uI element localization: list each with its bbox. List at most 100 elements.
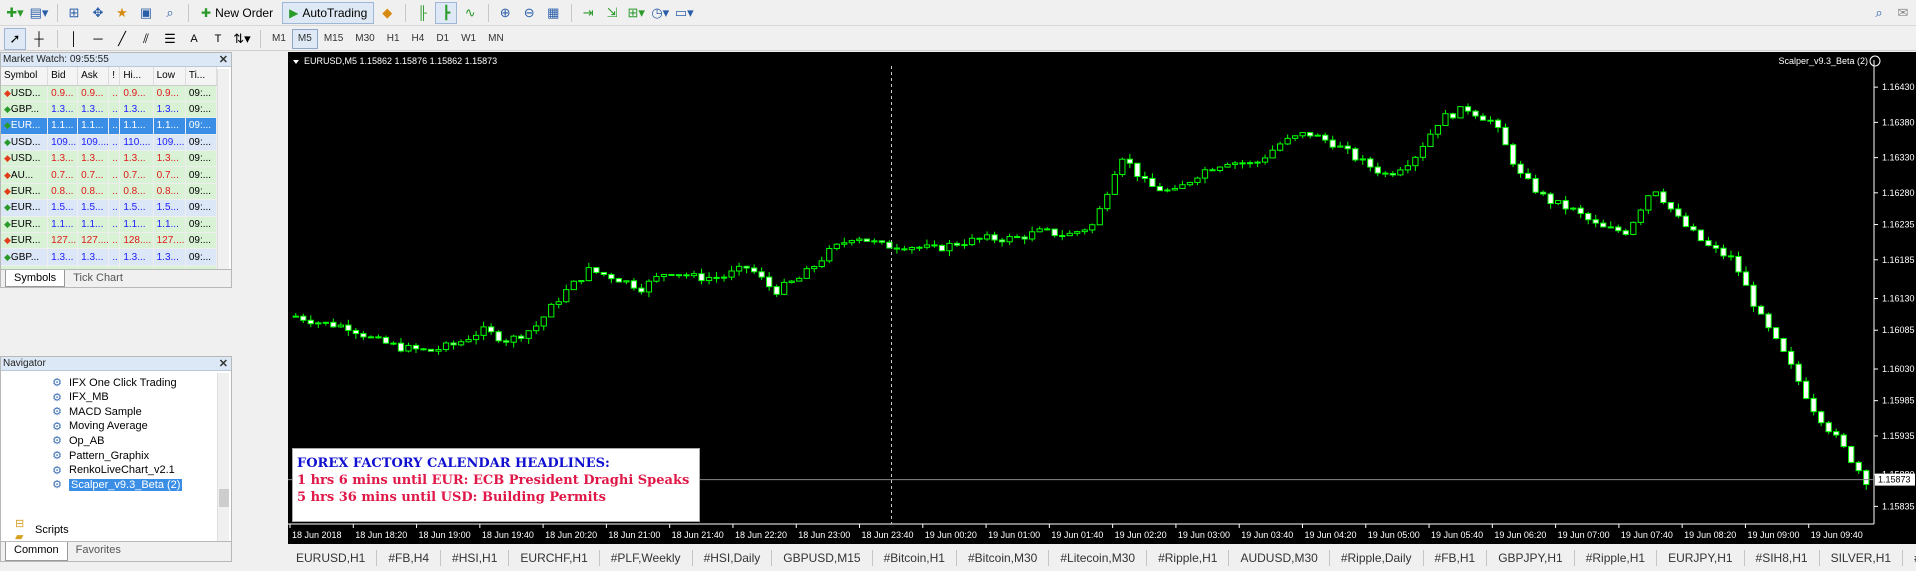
text-icon[interactable]: A	[183, 28, 205, 50]
timeframe-m30[interactable]: M30	[349, 29, 380, 49]
timeframe-m1[interactable]: M1	[266, 29, 292, 49]
chat-icon[interactable]: ✉	[1892, 2, 1914, 24]
tab-favorites[interactable]: Favorites	[68, 542, 129, 561]
search-icon[interactable]: ⌕	[1868, 2, 1890, 24]
chart-window-tab[interactable]: EURJPY,H1	[1657, 550, 1745, 566]
market-watch-scrollbar[interactable]	[217, 69, 229, 269]
terminal-icon[interactable]: ▣	[135, 2, 157, 24]
chart-window-tab[interactable]: #Litecoin,M30	[1049, 550, 1148, 566]
fibonacci-icon[interactable]: ☰	[159, 28, 181, 50]
chart-window-tab[interactable]: #Litecoi	[1903, 550, 1916, 566]
strategy-tester-icon[interactable]: ⌕	[159, 2, 181, 24]
market-watch-row[interactable]: ◆EUR... 0.8... 0.8..... 0.8... 0.8... 09:...	[1, 183, 218, 201]
high-cell: 0.9...	[119, 85, 154, 102]
chart-window-tab[interactable]: SILVER,H1	[1820, 550, 1904, 566]
text-label-icon[interactable]: T	[207, 28, 229, 50]
line-chart-icon[interactable]: ∿	[459, 2, 481, 24]
horizontal-line-icon[interactable]: ─	[87, 28, 109, 50]
market-watch-row[interactable]: ◆USD... 1.3... 1.3..... 1.3... 1.3... 09:...	[1, 150, 218, 168]
close-icon[interactable]: ✕	[219, 357, 228, 371]
chart-window-tab[interactable]: #FB,H1	[1424, 550, 1488, 566]
data-window-icon[interactable]: ✥	[87, 2, 109, 24]
profiles-icon[interactable]: ▤▾	[28, 2, 50, 24]
timeframe-m5[interactable]: M5	[291, 28, 318, 49]
templates-icon[interactable]: ▭▾	[673, 2, 695, 24]
navigator-icon[interactable]: ★	[111, 2, 133, 24]
new-order-button[interactable]: ✚ New Order	[194, 2, 280, 24]
arrows-icon[interactable]: ⇅▾	[231, 28, 253, 50]
tile-windows-icon[interactable]: ▦	[542, 2, 564, 24]
timeframe-m15[interactable]: M15	[318, 29, 349, 49]
indicators-icon[interactable]: ⊞▾	[625, 2, 647, 24]
candlestick-icon[interactable]: ┣	[435, 1, 458, 24]
bar-chart-icon[interactable]: ╟	[411, 2, 433, 24]
chart-window-tab[interactable]: #FB,H4	[377, 550, 442, 566]
price-chart[interactable]: 1.16430 1.16380 1.16330 1.16280 1.16235 1.161…	[288, 52, 1916, 544]
market-watch-row[interactable]: ◆EUR... 1.1... 1.1..... 1.1... 1.1... 09:...	[1, 216, 218, 234]
chart-window-tab[interactable]: AUDUSD,M30	[1229, 550, 1330, 566]
chart-window-tab[interactable]: #SIH8,H1	[1745, 550, 1820, 566]
market-watch-row[interactable]: ◆USD... 109.... 109...... 110.... 109.... 09:…	[1, 134, 218, 152]
tab-common[interactable]: Common	[5, 542, 68, 561]
chart-window-tab[interactable]: EURUSD,H1	[285, 550, 378, 566]
autoscroll-icon[interactable]: ⇲	[601, 2, 623, 24]
trendline-icon[interactable]: ╱	[111, 28, 133, 50]
market-watch-row[interactable]: ◆EUR... 1.5... 1.5..... 1.5... 1.5... 09:...	[1, 199, 218, 217]
channel-icon[interactable]: ⫽	[135, 28, 157, 50]
crosshair-icon[interactable]: ┼	[28, 28, 50, 50]
new-chart-icon[interactable]: ✚▾	[4, 2, 26, 24]
chart-window-tab[interactable]: #HSI,H1	[441, 550, 510, 566]
chart-window-tab[interactable]: #Bitcoin,H1	[873, 550, 957, 566]
navigator-scrollbar[interactable]	[217, 373, 229, 541]
news-headlines-box: FOREX FACTORY CALENDAR HEADLINES: 1 hrs …	[292, 448, 700, 522]
market-watch-icon[interactable]: ⊞	[63, 2, 85, 24]
chart-window-tab[interactable]: #Ripple,H1	[1147, 550, 1230, 566]
market-watch-row[interactable]: ◆GBP... 1.3... 1.3..... 1.3... 1.3... 09:...	[1, 248, 218, 266]
tab-tick-chart[interactable]: Tick Chart	[65, 270, 131, 287]
cursor-icon[interactable]: ➚	[4, 27, 26, 50]
column-header[interactable]: Ask	[77, 67, 110, 86]
periods-icon[interactable]: ◷▾	[649, 2, 671, 24]
timeframe-h4[interactable]: H4	[406, 29, 431, 49]
column-header[interactable]: Bid	[47, 67, 79, 86]
chart-window-tab[interactable]: GBPUSD,M15	[772, 550, 873, 566]
column-header[interactable]: Hi...	[119, 67, 154, 86]
market-watch-row[interactable]: ◆EUR... 1.1... 1.1..... 1.1... 1.1... 09:...	[1, 117, 218, 135]
chart-window-tab[interactable]: #PLF,Weekly	[600, 550, 693, 566]
column-header[interactable]: Ti...	[185, 67, 218, 86]
column-header[interactable]: !	[108, 67, 121, 86]
chart-shift-icon[interactable]: ⇥	[577, 2, 599, 24]
column-header[interactable]: Symbol	[1, 67, 49, 86]
timeframe-mn[interactable]: MN	[482, 29, 510, 49]
chart-window-tab[interactable]: EURCHF,H1	[509, 550, 600, 566]
candle-body	[1494, 119, 1502, 128]
candle-body	[1119, 158, 1126, 175]
market-watch-row[interactable]: ◆GBP... 1.3... 1.3..... 1.3... 1.3... 09:...	[1, 101, 218, 119]
market-watch-row[interactable]: ◆EUR... 127.... 127...... 128.... 127.... 09:…	[1, 232, 218, 250]
chart-window-tab[interactable]: #Ripple,H1	[1575, 550, 1658, 566]
tab-symbols[interactable]: Symbols	[5, 270, 66, 287]
market-watch-row[interactable]: ◆USD... 0.9... 0.9..... 0.9... 0.9... 09:...	[1, 85, 218, 102]
close-icon[interactable]: ✕	[219, 53, 228, 67]
column-header[interactable]: Low	[153, 67, 186, 86]
chart-window-tab[interactable]: GBPJPY,H1	[1487, 550, 1575, 566]
zoom-out-icon[interactable]: ⊖	[518, 2, 540, 24]
nav-scripts-folder[interactable]: ⊟ ▰ Scripts	[15, 518, 69, 543]
candle-body	[976, 237, 983, 240]
one-click-trading-icon[interactable]: ◆	[376, 2, 398, 24]
expert-advisor-icon: ⚙	[52, 450, 62, 462]
market-watch-row[interactable]: ◆AU... 0.7... 0.7..... 0.7... 0.7... 09:...	[1, 166, 218, 184]
zoom-in-icon[interactable]: ⊕	[494, 2, 516, 24]
nav-expert-item[interactable]: ⚙ Scalper_v9.3_Beta (2)	[49, 476, 183, 493]
timeframe-d1[interactable]: D1	[430, 29, 455, 49]
timeframe-h1[interactable]: H1	[381, 29, 406, 49]
chart-window-tab[interactable]: #Bitcoin,M30	[957, 550, 1050, 566]
chart-window-tab[interactable]: #Ripple,Daily	[1330, 550, 1424, 566]
candle-body	[1765, 313, 1772, 329]
scrollbar-thumb[interactable]	[219, 489, 229, 507]
timeframe-w1[interactable]: W1	[455, 29, 482, 49]
autotrading-button[interactable]: ▶ AutoTrading	[282, 1, 375, 24]
chart-window-tab[interactable]: #HSI,Daily	[693, 550, 773, 566]
candle-body	[1276, 143, 1284, 151]
vertical-line-icon[interactable]: │	[63, 28, 85, 50]
